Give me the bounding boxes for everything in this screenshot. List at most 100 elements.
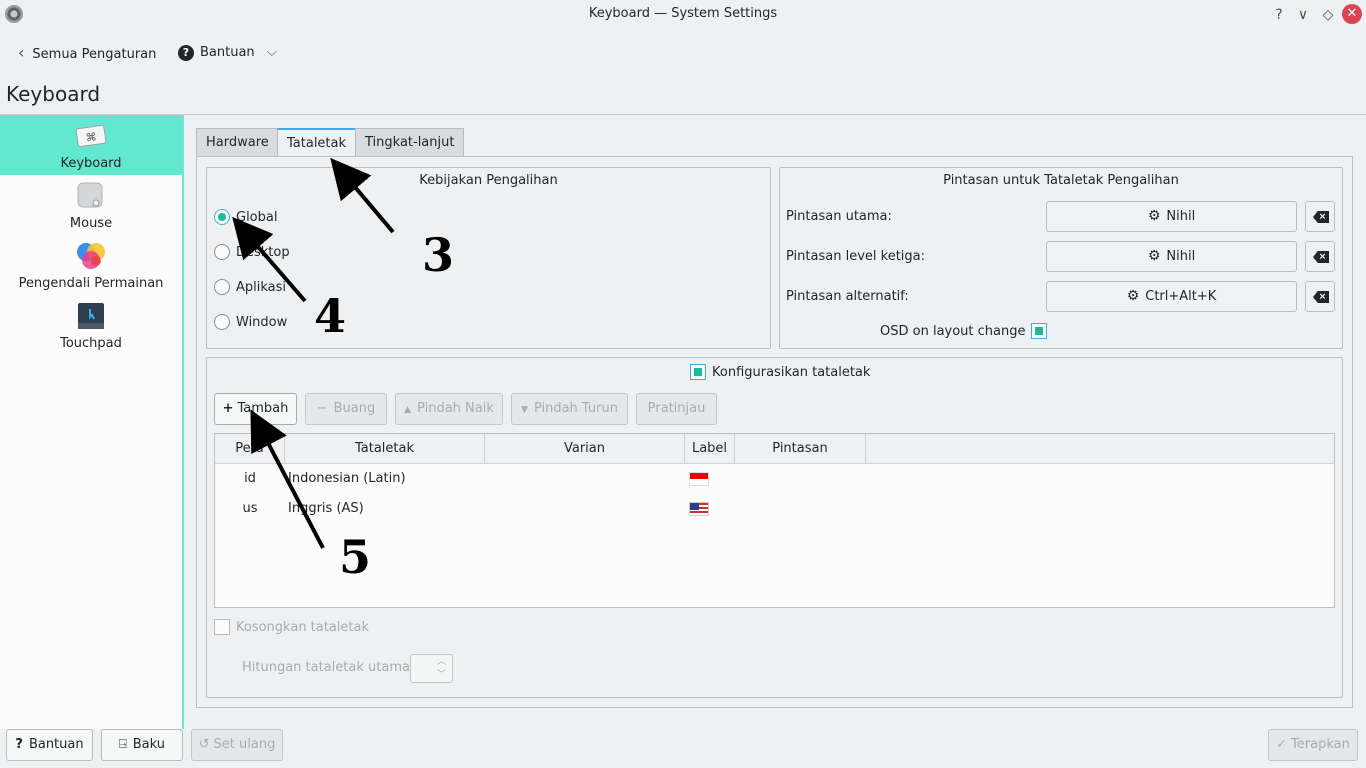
switching-policy-title: Kebijakan Pengalihan <box>419 173 558 188</box>
third-level-shortcut-label: Pintasan level ketiga: <box>786 249 925 264</box>
back-label: Semua Pengaturan <box>32 47 157 62</box>
svg-text:⌘: ⌘ <box>85 130 98 144</box>
gear-icon: ⚙ <box>1147 208 1161 224</box>
tab-tingkat-lanjut[interactable]: Tingkat-lanjut <box>355 128 465 157</box>
annotation-number-5: 5 <box>339 530 372 584</box>
alternative-shortcut-button[interactable]: ⚙ Ctrl+Alt+K <box>1046 281 1297 312</box>
backspace-icon: × <box>1313 211 1329 223</box>
sidebar-item-touchpad[interactable]: Touchpad <box>0 295 182 355</box>
help-icon: ? <box>15 737 23 752</box>
table-row[interactable]: us Inggris (AS) <box>215 494 1334 524</box>
close-button[interactable]: ✕ <box>1342 4 1362 24</box>
apply-label: Terapkan <box>1291 737 1350 752</box>
main-shortcut-button[interactable]: ⚙ Nihil <box>1046 201 1297 232</box>
radio-indicator <box>214 243 230 260</box>
remove-layout-button[interactable]: − Buang <box>305 393 387 425</box>
column-header-varian[interactable]: Varian <box>485 434 685 464</box>
help-button[interactable]: ? Bantuan <box>6 729 93 761</box>
column-header-filler <box>866 434 1334 464</box>
touchpad-icon <box>78 303 104 329</box>
configure-layouts-toggle[interactable]: Konfigurasikan tataletak <box>690 364 870 380</box>
radio-global[interactable]: Global <box>214 208 278 229</box>
title-bar: Keyboard — System Settings ? ∨ ◇ ✕ <box>0 0 1366 30</box>
add-layout-button[interactable]: + Tambah <box>214 393 297 425</box>
radio-indicator <box>214 278 230 295</box>
alternative-shortcut-label: Pintasan alternatif: <box>786 289 909 304</box>
minimize-button[interactable]: ∨ <box>1292 4 1314 26</box>
apply-button[interactable]: ✓ Terapkan <box>1268 729 1358 761</box>
chevron-down-icon: ⌵ <box>266 45 277 60</box>
add-label: Tambah <box>237 401 289 416</box>
chevron-left-icon: ‹ <box>18 43 25 62</box>
radio-label: Global <box>236 210 278 225</box>
arrow-up-icon: ▲ <box>404 405 412 415</box>
sidebar-item-label: Mouse <box>69 216 113 231</box>
radio-label: Window <box>236 315 288 330</box>
radio-label: Desktop <box>236 245 290 260</box>
cell-map: id <box>244 471 256 486</box>
sidebar-item-label: Pengendali Permainan <box>18 276 164 291</box>
column-header-tataletak[interactable]: Tataletak <box>285 434 485 464</box>
maximize-button[interactable]: ◇ <box>1317 4 1339 26</box>
configure-layouts-checkbox[interactable] <box>690 364 706 380</box>
radio-desktop[interactable]: Desktop <box>214 243 290 264</box>
window-title: Keyboard — System Settings <box>588 6 778 21</box>
gear-icon: ⚙ <box>1147 248 1161 264</box>
undo-icon: ↺ <box>198 737 210 752</box>
preview-button[interactable]: Pratinjau <box>636 393 717 425</box>
sidebar-item-mouse[interactable]: Mouse <box>0 175 182 235</box>
column-header-label[interactable]: Label <box>685 434 735 464</box>
defaults-button[interactable]: ⍈ Baku <box>101 729 183 761</box>
tab-tataletak[interactable]: Tataletak <box>277 128 357 157</box>
move-down-label: Pindah Turun <box>533 401 618 416</box>
radio-window[interactable]: Window <box>214 313 288 334</box>
cell-layout: Inggris (AS) <box>288 501 364 516</box>
third-level-shortcut-button[interactable]: ⚙ Nihil <box>1046 241 1297 272</box>
gear-icon: ⚙ <box>1126 288 1140 304</box>
keyboard-icon: ⌘ <box>75 124 107 148</box>
sidebar-item-label: Keyboard <box>60 156 122 171</box>
osd-checkbox[interactable] <box>1030 323 1047 339</box>
shortcuts-title: Pintasan untuk Tataletak Pengalihan <box>943 173 1179 188</box>
main-layout-count-spinbox[interactable]: ︿ ﹀ <box>410 654 453 683</box>
column-header-pintasan[interactable]: Pintasan <box>735 434 866 464</box>
defaults-label: Baku <box>132 737 166 752</box>
spin-up-icon[interactable]: ︿ <box>437 654 446 667</box>
move-down-button[interactable]: ▼ Pindah Turun <box>511 393 628 425</box>
configure-layouts-label: Konfigurasikan tataletak <box>712 364 871 380</box>
alternative-shortcut-value: Ctrl+Alt+K <box>1145 289 1217 304</box>
help-menu-button[interactable]: ? Bantuan ⌵ <box>178 40 277 66</box>
page-title: Keyboard <box>6 82 101 106</box>
cell-layout: Indonesian (Latin) <box>288 471 406 486</box>
context-help-button[interactable]: ? <box>1268 4 1290 26</box>
radio-aplikasi[interactable]: Aplikasi <box>214 278 286 299</box>
main-shortcut-label: Pintasan utama: <box>786 209 892 224</box>
backspace-icon: × <box>1313 251 1329 263</box>
back-all-settings-button[interactable]: ‹ Semua Pengaturan <box>18 40 156 66</box>
radio-indicator <box>214 313 230 330</box>
osd-layout-change-toggle[interactable]: OSD on layout change <box>880 323 1047 339</box>
reset-button[interactable]: ↺ Set ulang <box>191 729 283 761</box>
remove-label: Buang <box>333 401 376 416</box>
help-icon: ? <box>178 44 194 61</box>
move-up-button[interactable]: ▲ Pindah Naik <box>395 393 503 425</box>
help-label: Bantuan <box>28 737 84 752</box>
clear-alternative-shortcut-button[interactable]: × <box>1305 281 1335 312</box>
clear-layouts-checkbox[interactable] <box>214 619 230 635</box>
arrow-down-icon: ▼ <box>521 405 528 415</box>
backspace-icon: × <box>1313 291 1329 303</box>
clear-layouts-label: Kosongkan tataletak <box>236 619 370 635</box>
gamepad-icon <box>77 243 105 269</box>
main-shortcut-value: Nihil <box>1166 209 1196 224</box>
sidebar-item-keyboard[interactable]: ⌘ Keyboard <box>0 115 182 175</box>
minus-icon: − <box>316 401 328 416</box>
spin-down-icon[interactable]: ﹀ <box>437 667 446 680</box>
tab-hardware[interactable]: Hardware <box>196 128 279 157</box>
clear-layouts-toggle[interactable]: Kosongkan tataletak <box>214 619 369 635</box>
table-row[interactable]: id Indonesian (Latin) <box>215 464 1334 494</box>
sidebar-item-gamepad[interactable]: Pengendali Permainan <box>0 235 182 295</box>
column-header-peta[interactable]: Peta <box>215 434 285 464</box>
clear-main-shortcut-button[interactable]: × <box>1305 201 1335 232</box>
clear-third-level-shortcut-button[interactable]: × <box>1305 241 1335 272</box>
usa-flag-icon <box>689 502 709 516</box>
